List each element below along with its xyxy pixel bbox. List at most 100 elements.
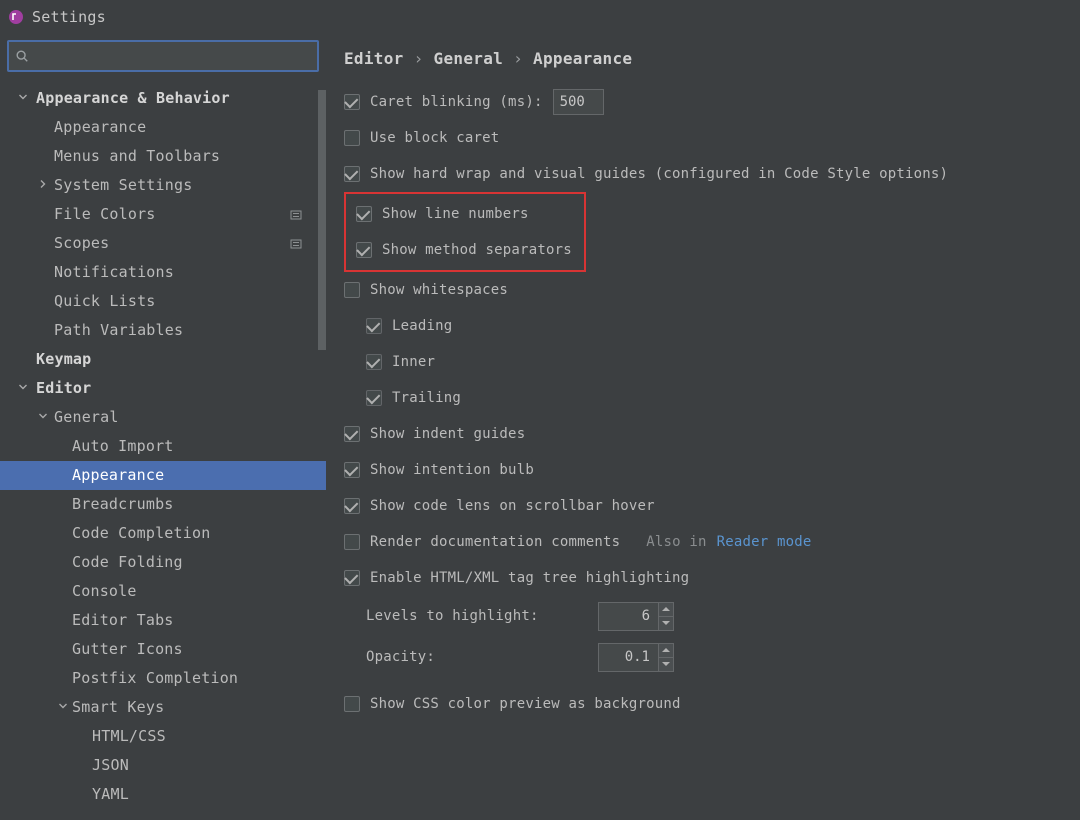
setting-label: Show indent guides [370,426,525,442]
setting-show-indent-guides: Show indent guides [344,416,1060,452]
sidebar-item-label: Code Folding [72,548,183,577]
sidebar-item-label: Postfix Completion [72,664,238,693]
sidebar-item-system-settings[interactable]: System Settings [0,171,326,200]
sidebar-item-json[interactable]: JSON [0,751,326,780]
spinner-control [598,602,674,631]
checkbox[interactable] [366,354,382,370]
setting-show-whitespaces: Show whitespaces [344,272,1060,308]
sidebar-item-label: Keymap [36,345,91,374]
setting-label: Render documentation comments [370,534,620,550]
search-icon [15,49,29,63]
checkbox[interactable] [366,318,382,334]
checkbox[interactable] [344,498,360,514]
sidebar: Appearance & Behavior Appearance Menus a… [0,34,326,820]
setting-show-line-numbers: Show line numbers [356,196,572,232]
chevron-down-icon[interactable] [14,374,32,403]
setting-enable-html-tag-tree: Enable HTML/XML tag tree highlighting [344,560,1060,596]
sidebar-item-appearance[interactable]: Appearance [0,113,326,142]
setting-label: Use block caret [370,130,499,146]
caret-blinking-input[interactable] [553,89,604,115]
sidebar-item-label: Breadcrumbs [72,490,174,519]
settings-tree[interactable]: Appearance & Behavior Appearance Menus a… [0,80,326,820]
sidebar-item-html-css[interactable]: HTML/CSS [0,722,326,751]
sidebar-item-gutter-icons[interactable]: Gutter Icons [0,635,326,664]
sidebar-item-scopes[interactable]: Scopes [0,229,326,258]
spinner-up[interactable] [659,603,673,617]
setting-label: Show intention bulb [370,462,534,478]
sidebar-item-keymap[interactable]: Keymap [0,345,326,374]
reader-mode-link[interactable]: Reader mode [717,534,812,550]
checkbox[interactable] [344,462,360,478]
breadcrumb-part: Editor [344,49,404,68]
ui-badge-icon [290,209,302,221]
levels-input[interactable] [598,602,658,631]
checkbox[interactable] [344,534,360,550]
sidebar-item-menus-toolbars[interactable]: Menus and Toolbars [0,142,326,171]
chevron-up-icon [662,607,670,611]
checkbox[interactable] [344,570,360,586]
sidebar-item-code-completion[interactable]: Code Completion [0,519,326,548]
checkbox[interactable] [344,130,360,146]
checkbox[interactable] [344,94,360,110]
sidebar-item-editor[interactable]: Editor [0,374,326,403]
sidebar-item-appearance-behavior[interactable]: Appearance & Behavior [0,84,326,113]
also-in-label: Also in [646,534,706,550]
setting-label: Show line numbers [382,206,529,222]
app-icon [8,9,24,25]
sidebar-item-label: Path Variables [54,316,183,345]
checkbox[interactable] [344,282,360,298]
sidebar-item-auto-import[interactable]: Auto Import [0,432,326,461]
setting-render-doc-comments: Render documentation comments Also in Re… [344,524,1060,560]
opacity-input[interactable] [598,643,658,672]
settings-form: Caret blinking (ms): Use block caret Sho… [344,76,1060,722]
spinner-up[interactable] [659,644,673,658]
checkbox[interactable] [344,166,360,182]
sidebar-item-smart-keys[interactable]: Smart Keys [0,693,326,722]
setting-label: Leading [392,318,452,334]
chevron-up-icon [662,648,670,652]
chevron-down-icon [662,621,670,625]
sidebar-item-breadcrumbs[interactable]: Breadcrumbs [0,490,326,519]
setting-show-intention-bulb: Show intention bulb [344,452,1060,488]
sidebar-item-label: Notifications [54,258,174,287]
breadcrumb-part: Appearance [533,49,632,68]
sidebar-item-general[interactable]: General [0,403,326,432]
sidebar-item-notifications[interactable]: Notifications [0,258,326,287]
sidebar-item-console[interactable]: Console [0,577,326,606]
sidebar-item-label: Quick Lists [54,287,156,316]
sidebar-item-label: Code Completion [72,519,210,548]
search-box[interactable] [7,40,319,72]
sidebar-item-path-variables[interactable]: Path Variables [0,316,326,345]
sidebar-item-code-folding[interactable]: Code Folding [0,548,326,577]
chevron-down-icon[interactable] [14,84,32,113]
chevron-down-icon[interactable] [54,693,72,722]
checkbox[interactable] [356,242,372,258]
spinner-down[interactable] [659,617,673,630]
spinner-down[interactable] [659,658,673,671]
checkbox[interactable] [366,390,382,406]
chevron-right-icon[interactable] [34,171,52,200]
search-input[interactable] [33,48,311,64]
window-title: Settings [32,8,106,26]
sidebar-item-label: Menus and Toolbars [54,142,220,171]
setting-levels-to-highlight: Levels to highlight: [344,596,1060,636]
setting-label: Levels to highlight: [366,608,540,624]
setting-whitespace-leading: Leading [344,308,1060,344]
setting-whitespace-trailing: Trailing [344,380,1060,416]
main-panel: Editor › General › Appearance Caret blin… [326,34,1080,820]
checkbox[interactable] [344,696,360,712]
chevron-down-icon[interactable] [34,403,52,432]
checkbox[interactable] [344,426,360,442]
sidebar-item-yaml[interactable]: YAML [0,780,326,809]
breadcrumb: Editor › General › Appearance [344,40,1060,76]
setting-label: Show code lens on scrollbar hover [370,498,655,514]
sidebar-item-label: Console [72,577,137,606]
sidebar-item-label: General [54,403,119,432]
sidebar-item-quick-lists[interactable]: Quick Lists [0,287,326,316]
titlebar: Settings [0,0,1080,34]
checkbox[interactable] [356,206,372,222]
sidebar-item-editor-tabs[interactable]: Editor Tabs [0,606,326,635]
sidebar-item-postfix-completion[interactable]: Postfix Completion [0,664,326,693]
sidebar-item-editor-appearance[interactable]: Appearance [0,461,326,490]
sidebar-item-file-colors[interactable]: File Colors [0,200,326,229]
